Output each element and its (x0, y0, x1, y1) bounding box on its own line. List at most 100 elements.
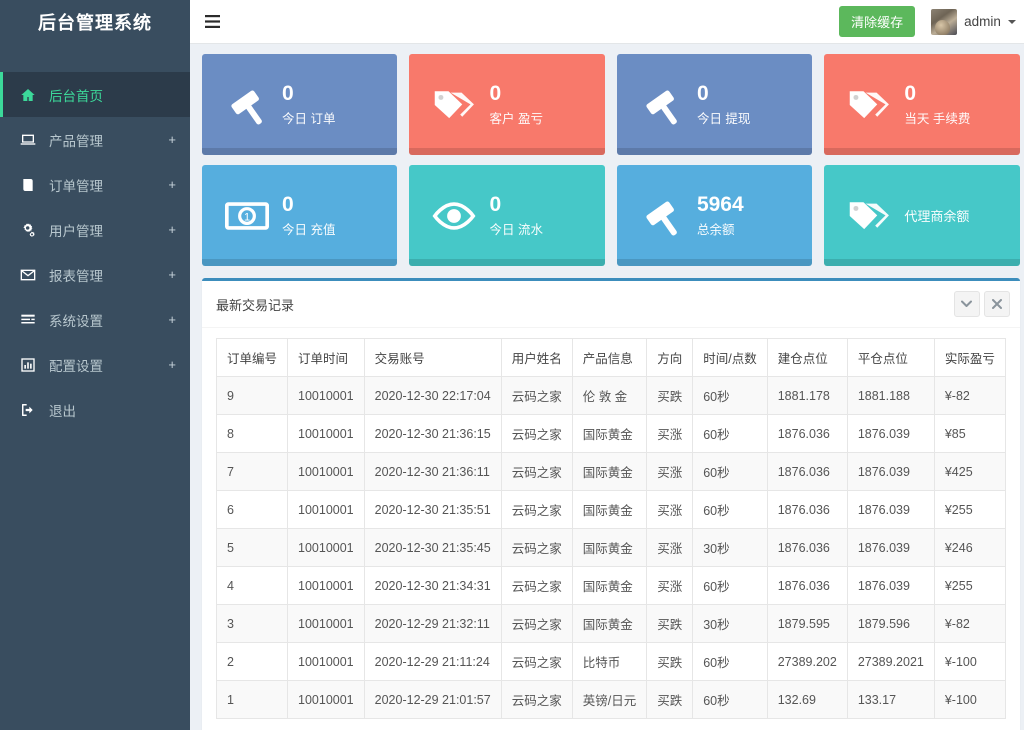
cell-account: 2020-12-29 21:11:24 (364, 643, 501, 681)
cell-account: 2020-12-30 21:34:31 (364, 567, 501, 605)
sidebar: 后台管理系统 后台首页产品管理+订单管理+用户管理+报表管理+系统设置+配置设置… (0, 0, 190, 730)
table-column-header: 订单时间 (288, 339, 365, 377)
user-menu[interactable]: admin (927, 9, 1020, 35)
table-header-row: 订单编号订单时间交易账号用户姓名产品信息方向时间/点数建仓点位平仓点位实际盈亏 (217, 339, 1006, 377)
sidebar-item-logout[interactable]: 退出 (0, 387, 190, 432)
sidebar-item-order[interactable]: 订单管理+ (0, 162, 190, 207)
table-column-header: 产品信息 (572, 339, 646, 377)
table-row[interactable]: 7100100012020-12-30 21:36:11云码之家国际黄金买涨60… (217, 453, 1006, 491)
stat-card-value: 0 (282, 82, 294, 105)
cell-close: 1876.039 (847, 415, 934, 453)
gavel-icon (633, 83, 691, 127)
cell-product: 国际黄金 (572, 567, 646, 605)
table-row[interactable]: 6100100012020-12-30 21:35:51云码之家国际黄金买涨60… (217, 491, 1006, 529)
brand-title: 后台管理系统 (0, 0, 190, 44)
content-area: 0今日 订单0客户 盈亏0今日 提现0当天 手续费10今日 充值0今日 流水59… (190, 44, 1024, 730)
cell-account: 2020-12-30 21:36:11 (364, 453, 501, 491)
chevron-down-icon[interactable] (954, 291, 980, 317)
cell-open: 1876.036 (767, 453, 847, 491)
sidebar-item-dashboard[interactable]: 后台首页 (0, 72, 190, 117)
stat-card-today-fee[interactable]: 0当天 手续费 (824, 54, 1019, 155)
cell-open: 1879.595 (767, 605, 847, 643)
cell-product: 国际黄金 (572, 491, 646, 529)
sidebar-item-label: 订单管理 (49, 175, 168, 195)
stat-card-body: 0今日 订单 (276, 82, 335, 127)
sidebar-item-label: 后台首页 (49, 85, 176, 105)
gears-icon (17, 222, 39, 238)
expand-plus-icon[interactable]: + (168, 222, 176, 237)
sidebar-item-config[interactable]: 配置设置+ (0, 342, 190, 387)
stat-card-today-recharge[interactable]: 10今日 充值 (202, 165, 397, 266)
tag-icon (425, 83, 483, 127)
stat-card-label: 今日 充值 (282, 219, 335, 238)
svg-text:1: 1 (244, 211, 250, 223)
stat-card-today-withdraw[interactable]: 0今日 提现 (617, 54, 812, 155)
table-column-header: 交易账号 (364, 339, 501, 377)
hamburger-icon[interactable] (190, 0, 234, 44)
table-row[interactable]: 5100100012020-12-30 21:35:45云码之家国际黄金买涨30… (217, 529, 1006, 567)
sidebar-item-user[interactable]: 用户管理+ (0, 207, 190, 252)
table-row[interactable]: 8100100012020-12-30 21:36:15云码之家国际黄金买涨60… (217, 415, 1006, 453)
table-row[interactable]: 2100100012020-12-29 21:11:24云码之家比特币买跌60秒… (217, 643, 1006, 681)
stat-card-customer-profit-loss[interactable]: 0客户 盈亏 (409, 54, 604, 155)
cell-pnl: ¥85 (934, 415, 1005, 453)
expand-plus-icon[interactable]: + (168, 357, 176, 372)
cell-user: 云码之家 (501, 491, 572, 529)
table-row[interactable]: 9100100012020-12-30 22:17:04云码之家伦 敦 金买跌6… (217, 377, 1006, 415)
cell-close: 1876.039 (847, 491, 934, 529)
cell-order-time: 10010001 (288, 415, 365, 453)
clear-cache-button[interactable]: 清除缓存 (839, 6, 915, 37)
sidebar-item-system[interactable]: 系统设置+ (0, 297, 190, 342)
cell-close: 1876.039 (847, 567, 934, 605)
stat-card-agent-balance[interactable]: 代理商余额 (824, 165, 1019, 266)
table-column-header: 实际盈亏 (934, 339, 1005, 377)
close-icon[interactable] (984, 291, 1010, 317)
table-row[interactable]: 4100100012020-12-30 21:34:31云码之家国际黄金买涨60… (217, 567, 1006, 605)
expand-plus-icon[interactable]: + (168, 312, 176, 327)
cell-account: 2020-12-30 22:17:04 (364, 377, 501, 415)
cell-pnl: ¥425 (934, 453, 1005, 491)
cell-direction: 买涨 (647, 415, 693, 453)
cell-pnl: ¥-100 (934, 643, 1005, 681)
stat-card-today-orders[interactable]: 0今日 订单 (202, 54, 397, 155)
sidebar-item-report[interactable]: 报表管理+ (0, 252, 190, 297)
cell-id: 4 (217, 567, 288, 605)
cell-user: 云码之家 (501, 377, 572, 415)
app-root: 后台管理系统 后台首页产品管理+订单管理+用户管理+报表管理+系统设置+配置设置… (0, 0, 1024, 730)
table-row[interactable]: 1100100012020-12-29 21:01:57云码之家英镑/日元买跌6… (217, 681, 1006, 719)
stat-card-today-turnover[interactable]: 0今日 流水 (409, 165, 604, 266)
expand-plus-icon[interactable]: + (168, 132, 176, 147)
home-icon (17, 87, 39, 103)
stat-card-body: 0客户 盈亏 (483, 82, 542, 127)
cell-order-time: 10010001 (288, 529, 365, 567)
cell-order-time: 10010001 (288, 643, 365, 681)
stat-card-total-balance[interactable]: 5964总余额 (617, 165, 812, 266)
cell-close: 1876.039 (847, 453, 934, 491)
cell-account: 2020-12-30 21:35:51 (364, 491, 501, 529)
panel-header: 最新交易记录 (202, 281, 1020, 328)
table-row[interactable]: 3100100012020-12-29 21:32:11云码之家国际黄金买跌30… (217, 605, 1006, 643)
cell-id: 5 (217, 529, 288, 567)
cell-product: 伦 敦 金 (572, 377, 646, 415)
sidebar-nav: 后台首页产品管理+订单管理+用户管理+报表管理+系统设置+配置设置+退出 (0, 72, 190, 432)
cell-pnl: ¥255 (934, 491, 1005, 529)
sidebar-item-product[interactable]: 产品管理+ (0, 117, 190, 162)
cell-direction: 买跌 (647, 681, 693, 719)
cell-direction: 买涨 (647, 567, 693, 605)
cell-duration: 60秒 (693, 681, 767, 719)
cell-order-time: 10010001 (288, 453, 365, 491)
sidebar-item-label: 产品管理 (49, 130, 168, 150)
cell-account: 2020-12-29 21:01:57 (364, 681, 501, 719)
cell-id: 9 (217, 377, 288, 415)
expand-plus-icon[interactable]: + (168, 267, 176, 282)
user-name-label: admin (964, 14, 1001, 29)
expand-plus-icon[interactable]: + (168, 177, 176, 192)
stat-card-label: 总余额 (697, 219, 744, 238)
cell-product: 国际黄金 (572, 453, 646, 491)
cell-duration: 60秒 (693, 491, 767, 529)
panel-body: 订单编号订单时间交易账号用户姓名产品信息方向时间/点数建仓点位平仓点位实际盈亏 … (202, 328, 1020, 730)
cell-order-time: 10010001 (288, 491, 365, 529)
cell-order-time: 10010001 (288, 377, 365, 415)
transactions-table: 订单编号订单时间交易账号用户姓名产品信息方向时间/点数建仓点位平仓点位实际盈亏 … (216, 338, 1006, 719)
cell-close: 1876.039 (847, 529, 934, 567)
